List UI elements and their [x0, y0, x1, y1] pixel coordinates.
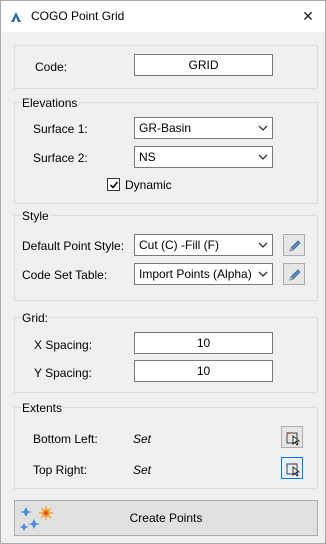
create-points-button[interactable]: Create Points — [14, 500, 318, 536]
style-group-title: Style — [21, 209, 50, 223]
default-point-style-value: Cut (C) -Fill (F) — [139, 238, 219, 252]
surface2-value: NS — [139, 150, 156, 164]
pick-point-icon — [286, 432, 301, 446]
dynamic-checkbox[interactable] — [107, 178, 120, 191]
y-spacing-field[interactable]: 10 — [134, 360, 273, 382]
dynamic-label: Dynamic — [125, 178, 172, 192]
top-right-label: Top Right: — [33, 463, 88, 477]
chevron-down-icon — [258, 271, 268, 277]
edit-code-set-table-button[interactable] — [283, 263, 305, 285]
surface2-select[interactable]: NS — [134, 146, 273, 168]
create-points-label: Create Points — [129, 511, 203, 525]
code-field[interactable]: GRID — [134, 54, 273, 76]
app-logo-icon — [9, 10, 23, 24]
surface2-label: Surface 2: — [33, 151, 88, 165]
close-button[interactable]: ✕ — [291, 1, 325, 32]
pick-top-right-button[interactable] — [281, 457, 303, 479]
title-bar: COGO Point Grid ✕ — [1, 1, 325, 32]
pick-bottom-left-button[interactable] — [281, 426, 303, 448]
code-set-table-select[interactable]: Import Points (Alpha) — [134, 263, 273, 285]
code-set-table-label: Code Set Table: — [22, 268, 108, 282]
checkmark-icon — [109, 181, 119, 189]
code-group: Code: GRID — [14, 45, 318, 89]
y-spacing-label: Y Spacing: — [34, 366, 92, 380]
surface1-label: Surface 1: — [33, 122, 88, 136]
window-title: COGO Point Grid — [31, 9, 125, 23]
cogo-point-grid-dialog: COGO Point Grid ✕ Code: GRID Elevations … — [0, 0, 326, 544]
grid-group-title: Grid: — [21, 311, 50, 325]
extents-group-title: Extents — [21, 401, 64, 415]
code-set-table-value: Import Points (Alpha) — [139, 267, 252, 281]
close-icon: ✕ — [302, 8, 314, 24]
pencil-icon — [289, 240, 301, 252]
edit-point-style-button[interactable] — [283, 234, 305, 256]
code-label: Code: — [35, 60, 68, 74]
pencil-icon — [289, 269, 301, 281]
extents-group: Extents Bottom Left: Set Top Right: Set — [14, 401, 318, 489]
style-group: Style Default Point Style: Cut (C) -Fill… — [14, 209, 318, 301]
default-point-style-select[interactable]: Cut (C) -Fill (F) — [134, 234, 273, 256]
default-point-style-label: Default Point Style: — [22, 239, 125, 253]
pick-point-icon — [286, 463, 301, 477]
elevations-group-title: Elevations — [21, 96, 79, 110]
chevron-down-icon — [258, 125, 268, 131]
bottom-left-value: Set — [133, 432, 152, 446]
chevron-down-icon — [258, 154, 268, 160]
x-spacing-field[interactable]: 10 — [134, 332, 273, 354]
elevations-group: Elevations Surface 1: GR-Basin Surface 2… — [14, 96, 318, 204]
surface1-value: GR-Basin — [139, 121, 192, 135]
surface1-select[interactable]: GR-Basin — [134, 117, 273, 139]
chevron-down-icon — [258, 242, 268, 248]
grid-group: Grid: X Spacing: 10 Y Spacing: 10 — [14, 311, 318, 393]
bottom-left-label: Bottom Left: — [33, 432, 98, 446]
x-spacing-label: X Spacing: — [34, 338, 93, 352]
top-right-value: Set — [133, 463, 152, 477]
